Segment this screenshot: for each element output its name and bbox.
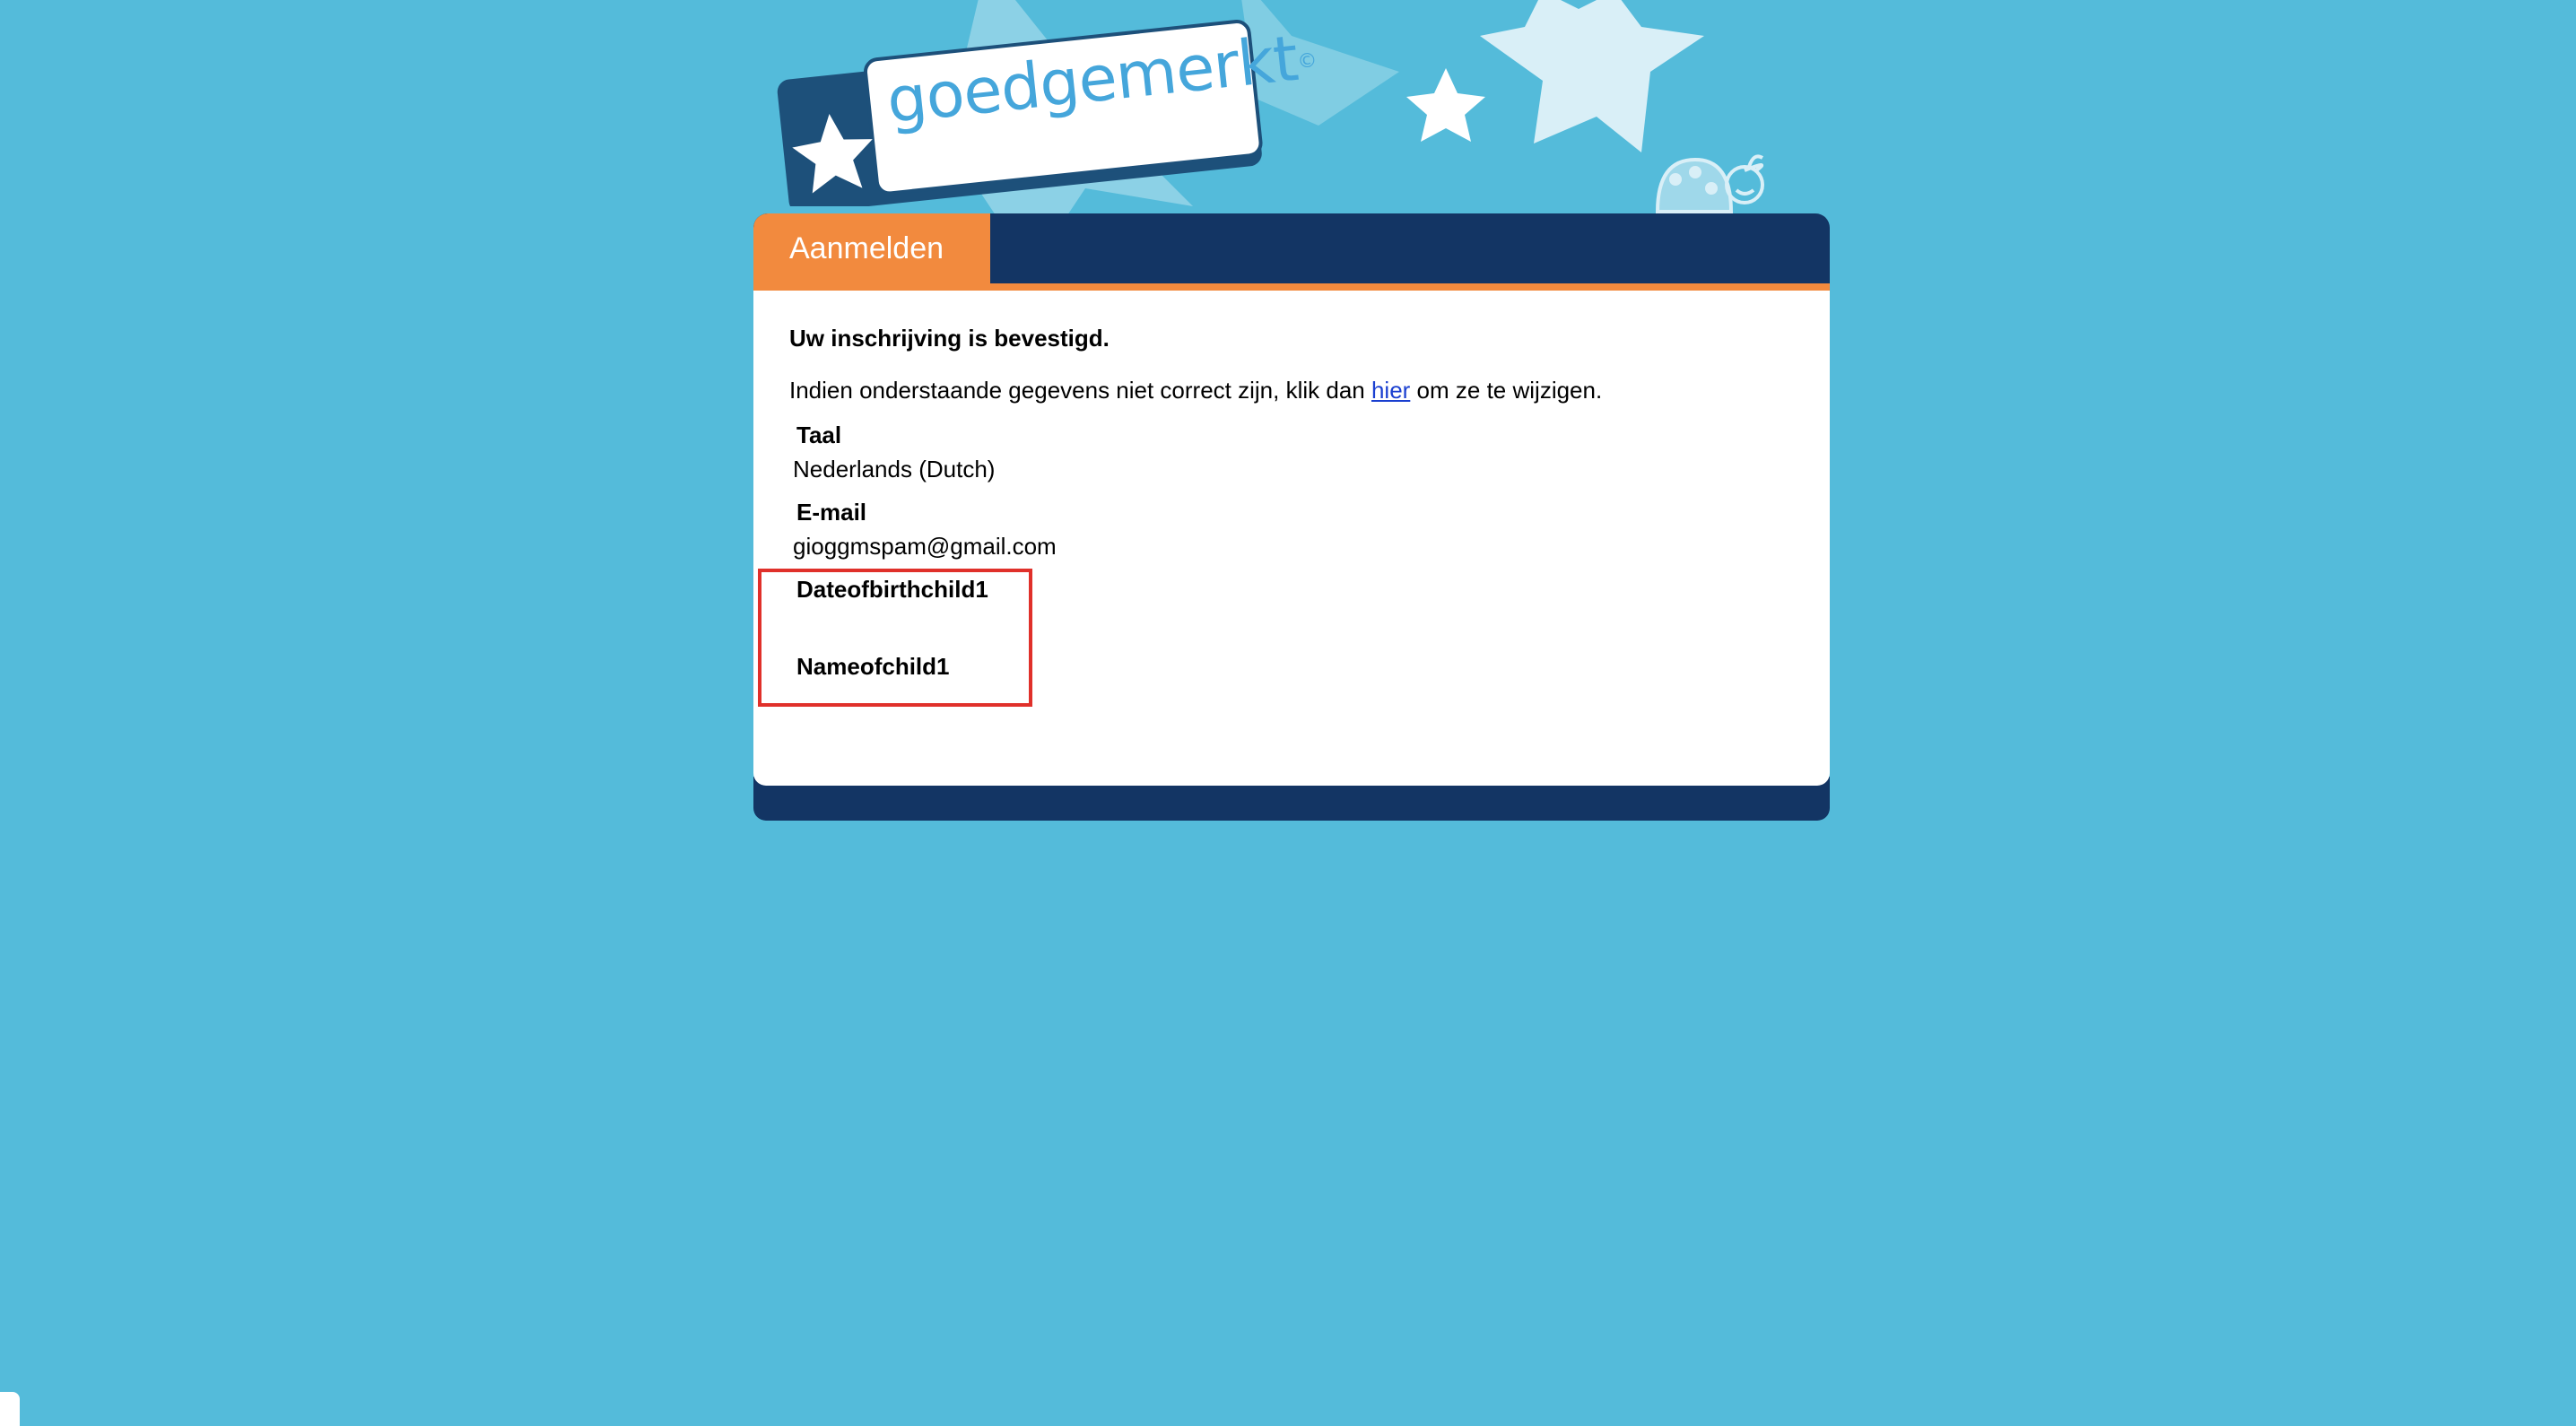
field-label-nameofchild1: Nameofchild1 [796,653,950,680]
info-prefix: Indien onderstaande gegevens niet correc… [789,377,1371,404]
panel-header: Aanmelden [753,213,1830,291]
large-star-icon [1480,0,1704,152]
goedgemerkt-logo[interactable]: goedgemerkt© [762,9,1318,213]
edit-link[interactable]: hier [1371,377,1410,404]
info-text: Indien onderstaande gegevens niet correc… [789,377,1602,404]
panel-body: Uw inschrijving is bevestigd. Indien ond… [753,291,1830,786]
header-stripe [753,283,1830,291]
info-suffix: om ze te wijzigen. [1410,377,1603,404]
ladybug-icon [1655,154,1764,213]
field-label-email: E-mail [796,499,867,526]
field-label-dateofbirthchild1: Dateofbirthchild1 [796,576,988,603]
signup-panel: Aanmelden Uw inschrijving is bevestigd. … [753,213,1830,821]
small-star-icon [1406,68,1485,142]
field-value-taal: Nederlands (Dutch) [793,456,996,483]
corner-widget[interactable] [0,1392,20,1426]
tab-aanmelden[interactable]: Aanmelden [753,213,990,283]
field-value-email: gioggmspam@gmail.com [793,533,1057,560]
field-label-taal: Taal [796,422,842,448]
confirmation-message: Uw inschrijving is bevestigd. [789,325,1110,352]
